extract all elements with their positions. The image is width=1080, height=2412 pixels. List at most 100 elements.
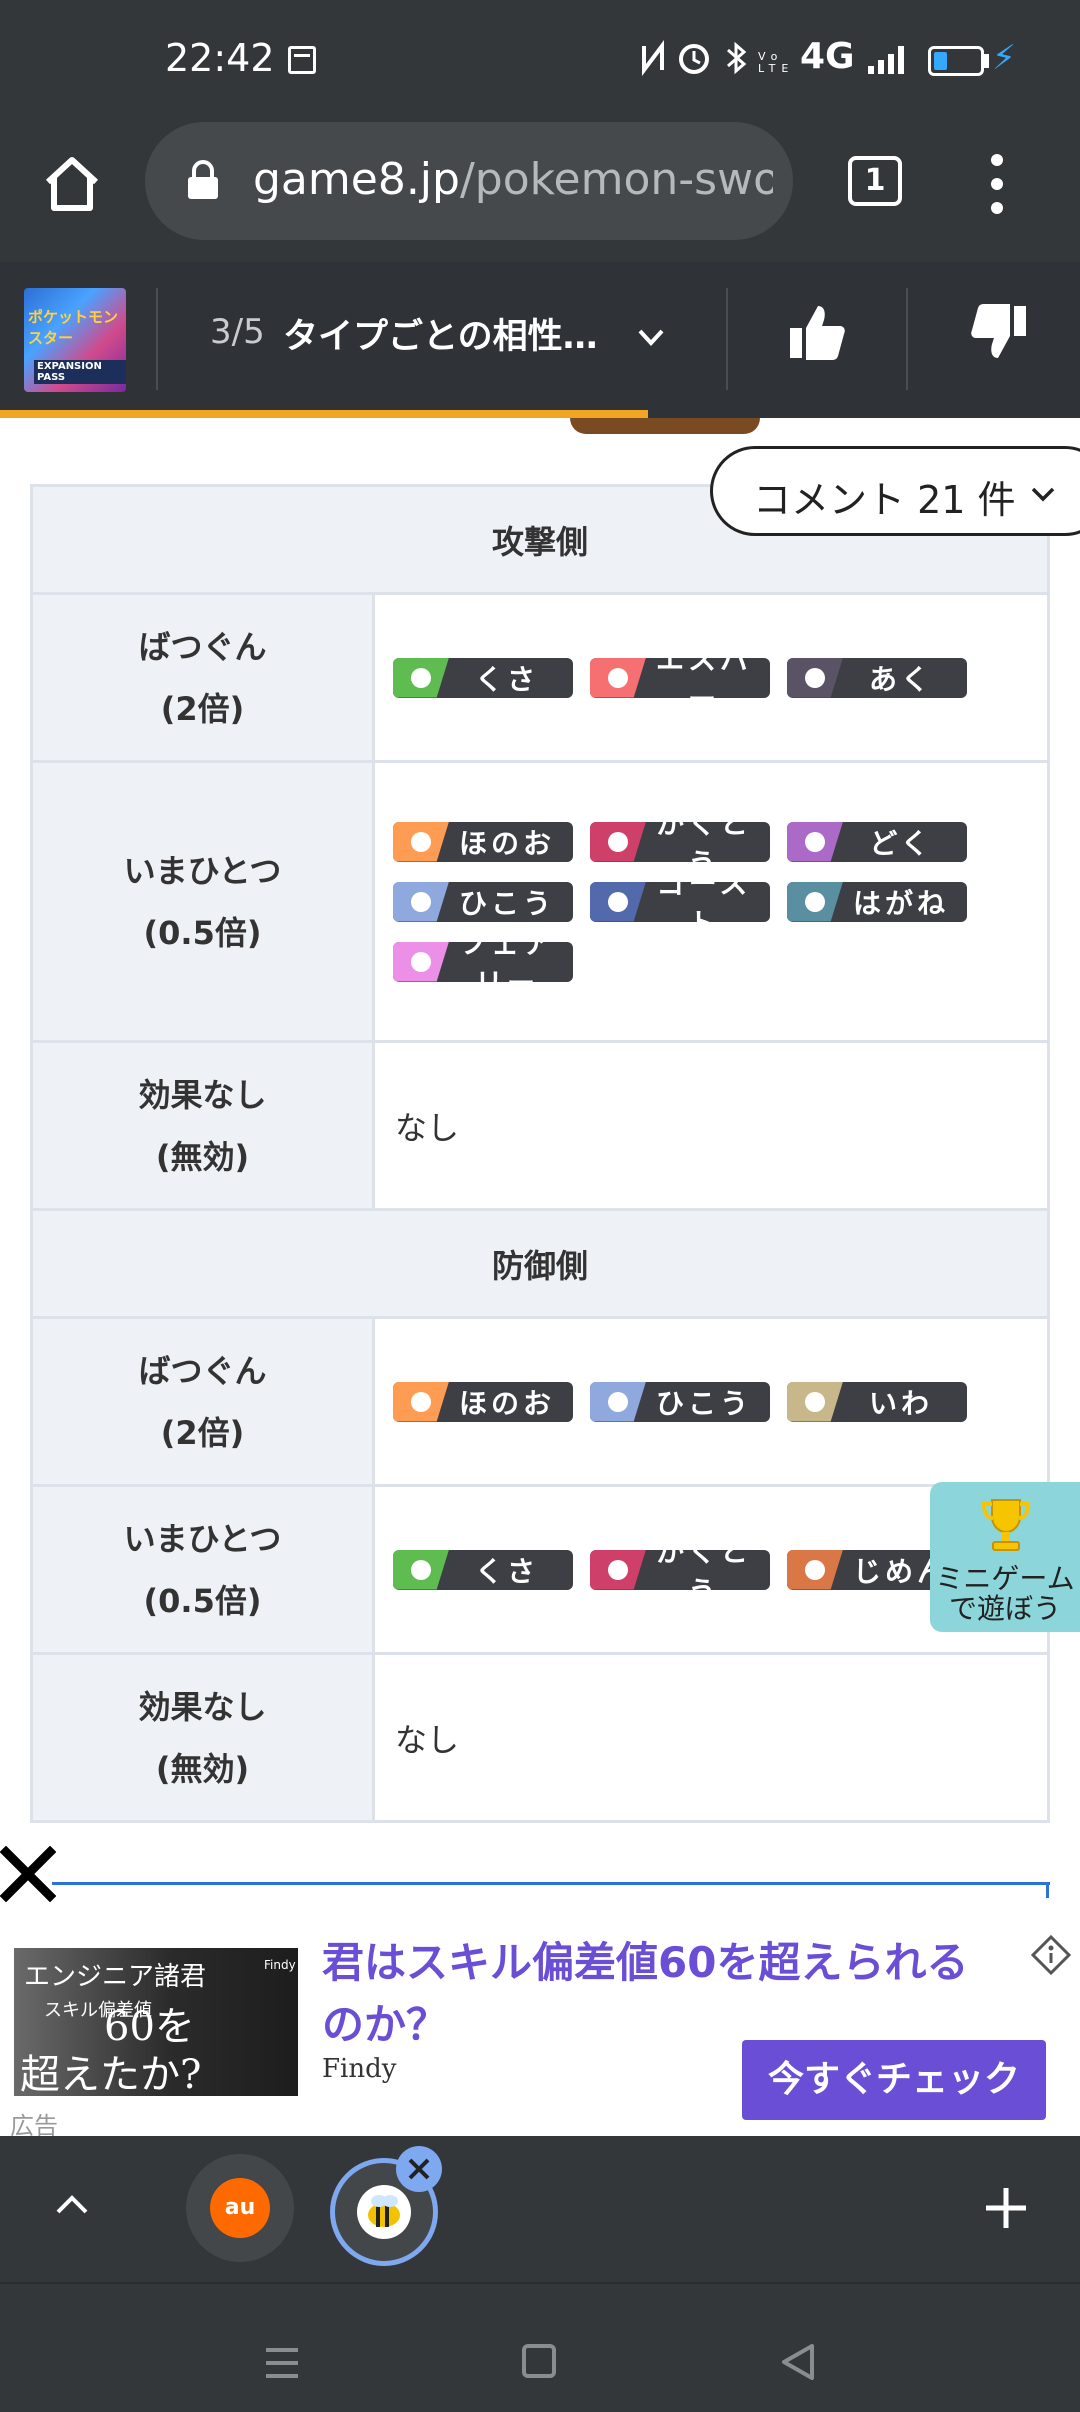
fist-icon xyxy=(590,1549,646,1590)
row-label-multiplier: (0.5倍) xyxy=(143,1581,262,1620)
svg-text:LTE: LTE xyxy=(758,62,790,75)
status-bar: 22:42 Vo LTE 4G ⚡ xyxy=(0,0,1080,122)
mini-game-button[interactable]: ミニゲーム で遊ぼう xyxy=(930,1482,1080,1632)
recent-apps-icon[interactable] xyxy=(264,2346,300,2380)
row-label-multiplier: (無効) xyxy=(155,1749,250,1788)
row-label-multiplier: (2倍) xyxy=(160,1413,245,1452)
type-effectiveness-table: 攻撃側 ばつぐん(2倍) くさエスパーあく いまひとつ(0.5倍) ほのおかくと… xyxy=(30,484,1050,1823)
more-menu-icon[interactable] xyxy=(985,154,1009,214)
type-label: ひこう xyxy=(655,1386,752,1420)
type-badge[interactable]: どく xyxy=(787,821,967,862)
home-nav-icon[interactable] xyxy=(522,2344,556,2378)
calendar-notification-icon xyxy=(288,46,316,74)
type-label: あく xyxy=(868,662,933,696)
nfc-alarm-bluetooth-icons: Vo LTE xyxy=(642,40,790,76)
divider xyxy=(156,288,158,390)
new-tab-icon[interactable] xyxy=(982,2184,1030,2232)
flame-icon xyxy=(393,1381,449,1422)
type-badge[interactable]: ゴースト xyxy=(590,881,770,922)
bee-icon xyxy=(357,2185,411,2239)
section-title[interactable]: タイプごとの相性… xyxy=(283,308,598,359)
lock-icon xyxy=(188,160,218,199)
star-icon xyxy=(393,941,449,982)
type-badge[interactable]: いわ xyxy=(787,1381,967,1422)
ad-choices-icon[interactable] xyxy=(1030,1934,1072,1976)
type-label: ひこう xyxy=(458,886,555,920)
skull-icon xyxy=(787,821,843,862)
tab-strip: au xyxy=(0,2136,1080,2282)
type-badge[interactable]: くさ xyxy=(393,1549,573,1590)
type-badge[interactable]: かくとう xyxy=(590,1549,770,1590)
tab-switcher-button[interactable]: 1 xyxy=(848,156,902,206)
chevron-up-icon[interactable] xyxy=(52,2190,92,2220)
ad-headline[interactable]: 君はスキル偏差値60を超えられるのか？ xyxy=(322,1932,1002,2056)
close-tab-icon[interactable] xyxy=(396,2146,442,2192)
rock-icon xyxy=(787,1381,843,1422)
defense-header: 防御側 xyxy=(30,1208,1050,1319)
ad-image-text: 超えたか? xyxy=(20,2052,202,2096)
row-label: 効果なし (無効) xyxy=(30,1040,375,1211)
type-badge[interactable]: くさ xyxy=(393,657,573,698)
thumbs-down-icon[interactable] xyxy=(970,302,1028,362)
type-badge[interactable]: ひこう xyxy=(590,1381,770,1422)
row-label-main: 効果なし xyxy=(138,1075,267,1114)
ad-advertiser: Findy xyxy=(322,2054,397,2084)
type-badge[interactable]: フェアリー xyxy=(393,941,573,982)
type-badge[interactable]: はがね xyxy=(787,881,967,922)
ad-border xyxy=(1046,1882,1049,1898)
address-bar[interactable]: game8.jp/pokemon-swo xyxy=(145,122,793,240)
system-navigation-bar xyxy=(0,2282,1080,2412)
type-badge[interactable]: あく xyxy=(787,657,967,698)
row-label-main: 効果なし xyxy=(138,1687,267,1726)
tab-au[interactable]: au xyxy=(186,2154,294,2262)
game-thumbnail[interactable]: ポケットモンスター EXPANSION PASS xyxy=(24,288,126,392)
url-path: /pokemon-swo xyxy=(459,154,773,205)
type-label: ゴースト xyxy=(656,881,752,922)
comments-button[interactable]: コメント 21 件 xyxy=(710,446,1080,536)
type-label: くさ xyxy=(474,1554,539,1588)
type-label: ほのお xyxy=(458,1386,555,1420)
chevron-down-icon xyxy=(1031,487,1055,502)
type-badge[interactable]: エスパー xyxy=(590,657,770,698)
ad-cta-button[interactable]: 今すぐチェック xyxy=(742,2040,1046,2120)
ad-close-icon[interactable] xyxy=(0,1846,56,1902)
back-icon[interactable] xyxy=(780,2342,816,2382)
type-badge[interactable]: ひこう xyxy=(393,881,573,922)
row-label-multiplier: (2倍) xyxy=(160,689,245,728)
status-time: 22:42 xyxy=(165,36,275,80)
row-label: ばつぐん (2倍) xyxy=(30,1316,375,1487)
row-label-main: いまひとつ xyxy=(123,1519,282,1558)
comments-label: コメント 21 件 xyxy=(753,478,1016,522)
home-icon[interactable] xyxy=(40,152,104,216)
thumbnail-subtitle: EXPANSION PASS xyxy=(34,360,126,384)
row-label-main: いまひとつ xyxy=(123,851,282,890)
type-badges: ほのお かくとう どくひこう ゴースト はがねフェアリー xyxy=(393,821,1033,982)
type-badge[interactable]: ほのお xyxy=(393,821,573,862)
type-badge[interactable]: ほのお xyxy=(393,1381,573,1422)
status-icons: Vo LTE xyxy=(640,38,790,86)
wing-icon xyxy=(590,1381,646,1422)
no-effect-text: なし xyxy=(372,1040,1050,1211)
type-label: ほのお xyxy=(458,826,555,860)
ad-image-brand: Findy xyxy=(264,1958,296,1972)
browser-toolbar: game8.jp/pokemon-swo 1 xyxy=(0,122,1080,262)
leaf-icon xyxy=(393,657,449,698)
type-badge[interactable]: かくとう xyxy=(590,821,770,862)
moon-icon xyxy=(787,657,843,698)
thumbs-up-icon[interactable] xyxy=(788,302,846,362)
type-label: フェアリー xyxy=(458,941,555,982)
au-logo: au xyxy=(210,2178,270,2238)
row-label-multiplier: (無効) xyxy=(155,1137,250,1176)
ghost-icon xyxy=(590,881,646,922)
ad-image[interactable]: エンジニア諸君 スキル偏差値 60を 超えたか? Findy xyxy=(14,1948,298,2096)
mini-game-line-1: ミニゲーム xyxy=(935,1562,1075,1595)
type-label: エスパー xyxy=(655,657,752,698)
chevron-down-icon[interactable] xyxy=(636,322,666,352)
battery-level xyxy=(934,52,947,70)
type-badges: くさ エスパー あく xyxy=(393,657,1033,698)
divider xyxy=(906,288,908,390)
type-label: どく xyxy=(869,826,933,860)
ad-image-text: エンジニア諸君 xyxy=(24,1962,207,1992)
ad-border xyxy=(52,1882,1050,1885)
url-text[interactable]: game8.jp/pokemon-swo xyxy=(253,154,773,205)
